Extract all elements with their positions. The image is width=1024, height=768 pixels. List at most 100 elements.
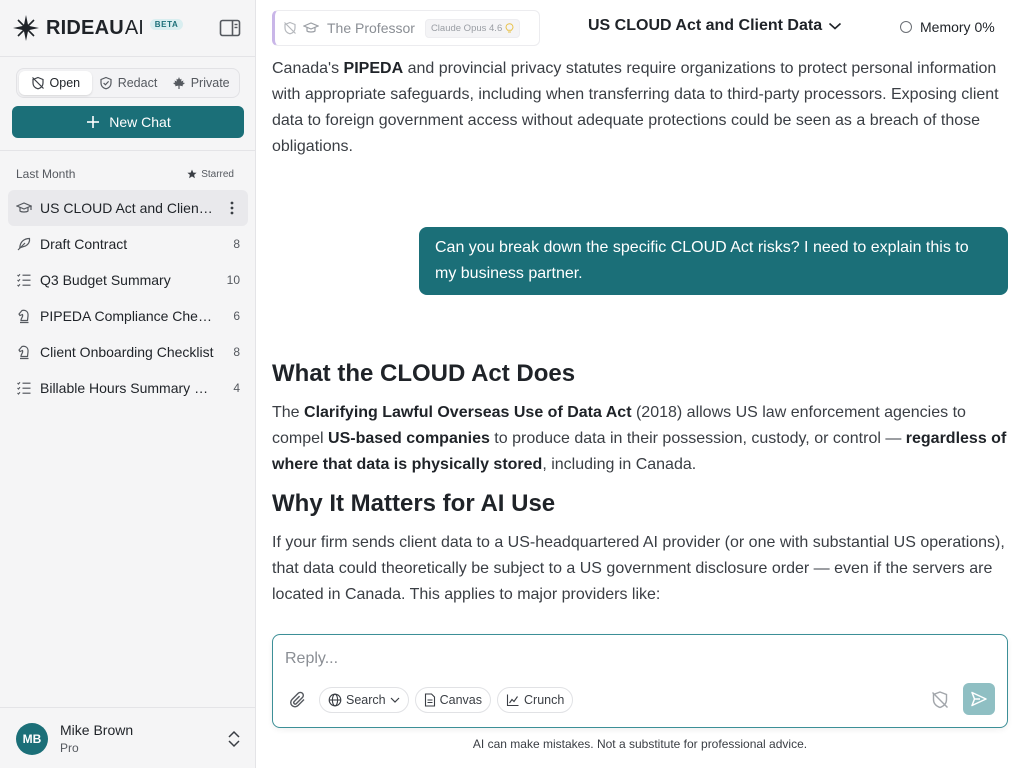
graduation-cap-icon (16, 202, 32, 213)
plus-icon (87, 116, 100, 128)
chat-title: Q3 Budget Summary (40, 272, 171, 288)
checklist-icon (17, 273, 31, 287)
message-paragraph: The Clarifying Lawful Overseas Use of Da… (272, 400, 1012, 478)
mode-open[interactable]: Open (19, 71, 92, 95)
user-plan: Pro (60, 741, 79, 755)
chart-line-icon (506, 694, 519, 707)
message-heading: What the CLOUD Act Does (272, 360, 576, 387)
mode-private[interactable]: Private (164, 71, 237, 95)
user-message-bubble: Can you break down the specific CLOUD Ac… (419, 227, 1008, 295)
new-chat-label: New Chat (109, 114, 171, 130)
send-icon (971, 691, 987, 707)
chat-title: US CLOUD Act and Client Data (40, 200, 216, 216)
bold-text: PIPEDA (343, 60, 404, 77)
lightbulb-icon (505, 22, 514, 32)
conversation-title: US CLOUD Act and Client Data (588, 17, 823, 34)
canvas-tool-button[interactable]: Canvas (414, 687, 491, 713)
chat-list-item[interactable]: US CLOUD Act and Client Data (8, 190, 248, 226)
divider (0, 707, 255, 708)
shield-off-icon[interactable] (929, 689, 951, 711)
feather-icon (17, 237, 31, 251)
canvas-tool-label: Canvas (439, 693, 482, 707)
chat-title: Billable Hours Summary Report (40, 380, 216, 396)
graduation-cap-icon (303, 22, 319, 33)
more-vertical-icon[interactable] (224, 200, 240, 216)
chat-list: US CLOUD Act and Client Data Draft Contr… (8, 190, 248, 406)
starred-label: Starred (201, 168, 234, 180)
model-badge: Claude Opus 4.6 (424, 18, 521, 38)
send-button[interactable] (963, 683, 995, 715)
reply-composer: Search Canvas Crunch (272, 634, 1008, 728)
bold-text: Clarifying Lawful Overseas Use of Data A… (304, 404, 632, 421)
mode-label: Redact (117, 76, 158, 90)
divider (0, 150, 255, 151)
chevron-down-icon (390, 697, 400, 703)
search-tool-button[interactable]: Search (319, 687, 409, 713)
brand-suffix: AI (124, 16, 144, 39)
memory-indicator[interactable]: Memory 0% (900, 19, 995, 35)
sidebar: RIDEAU AI BETA Open Redact Private New C… (0, 0, 256, 768)
user-account-menu[interactable]: MB Mike Brown Pro (16, 722, 242, 756)
conversation-title-dropdown[interactable]: US CLOUD Act and Client Data (588, 17, 842, 35)
message-count: 4 (233, 381, 240, 395)
divider (0, 56, 255, 57)
section-label: Last Month (16, 167, 76, 181)
attach-button[interactable] (287, 689, 309, 711)
maple-leaf-icon (172, 77, 185, 89)
chat-list-item[interactable]: Billable Hours Summary Report 4 (8, 370, 248, 406)
persona-selector[interactable]: The Professor Claude Opus 4.6 (272, 10, 540, 46)
text: The (272, 404, 305, 421)
bold-text: US-based companies (328, 430, 490, 447)
toggle-sidebar-button[interactable] (218, 17, 242, 39)
chat-title: PIPEDA Compliance Checklist (40, 308, 216, 324)
message-heading: Why It Matters for AI Use (272, 490, 556, 517)
assistant-message-partial: Canada's PIPEDA and provincial privacy s… (272, 56, 1012, 160)
chat-section-header: Last Month Starred (16, 167, 234, 181)
mode-label: Private (190, 76, 230, 90)
document-icon (424, 693, 435, 707)
memory-ring-icon (900, 21, 912, 33)
mode-label: Open (49, 76, 81, 90)
chat-title: Draft Contract (40, 236, 128, 252)
text: Canada's (272, 60, 344, 77)
globe-icon (328, 693, 342, 707)
mode-redact[interactable]: Redact (92, 71, 165, 95)
message-count: 10 (226, 273, 240, 287)
message-paragraph: If your firm sends client data to a US-h… (272, 534, 1005, 603)
reply-input[interactable] (285, 647, 985, 671)
text: , including in Canada. (542, 456, 697, 473)
message-count: 8 (233, 345, 240, 359)
search-tool-label: Search (346, 693, 386, 707)
message-paragraph: Canada's PIPEDA and provincial privacy s… (272, 56, 1012, 160)
chat-list-item[interactable]: Client Onboarding Checklist 8 (8, 334, 248, 370)
crunch-tool-button[interactable]: Crunch (497, 687, 574, 713)
paperclip-icon (290, 691, 305, 708)
model-name: Claude Opus 4.6 (430, 22, 503, 34)
new-chat-button[interactable]: New Chat (12, 106, 244, 138)
starred-filter[interactable]: Starred (187, 169, 234, 180)
assistant-message: What the CLOUD Act Does The Clarifying L… (272, 360, 1012, 608)
shield-check-icon (100, 76, 112, 90)
message-count: 6 (233, 309, 240, 323)
brand-logo[interactable]: RIDEAU AI BETA (12, 14, 184, 42)
conversation-header: The Professor Claude Opus 4.6 US CLOUD A… (256, 0, 1024, 56)
text: to produce data in their possession, cus… (489, 430, 906, 447)
crunch-tool-label: Crunch (524, 693, 565, 707)
chess-knight-icon (18, 309, 29, 324)
chevrons-up-down-icon[interactable] (226, 729, 242, 749)
chat-list-item[interactable]: Draft Contract 8 (8, 226, 248, 262)
chevron-down-icon (829, 22, 842, 30)
avatar: MB (16, 723, 48, 755)
memory-label: Memory 0% (920, 19, 995, 35)
privacy-mode-toggle: Open Redact Private (16, 68, 240, 98)
sidebar-panel-icon (219, 19, 241, 37)
chat-list-item[interactable]: PIPEDA Compliance Checklist 6 (8, 298, 248, 334)
compass-star-icon (13, 15, 39, 41)
message-count: 8 (233, 237, 240, 251)
beta-badge: BETA (149, 18, 184, 30)
composer-tools: Search Canvas Crunch (287, 687, 579, 713)
user-name: Mike Brown (60, 722, 134, 738)
chat-list-item[interactable]: Q3 Budget Summary 10 (8, 262, 248, 298)
star-icon (187, 169, 197, 179)
shield-off-icon (284, 21, 296, 35)
